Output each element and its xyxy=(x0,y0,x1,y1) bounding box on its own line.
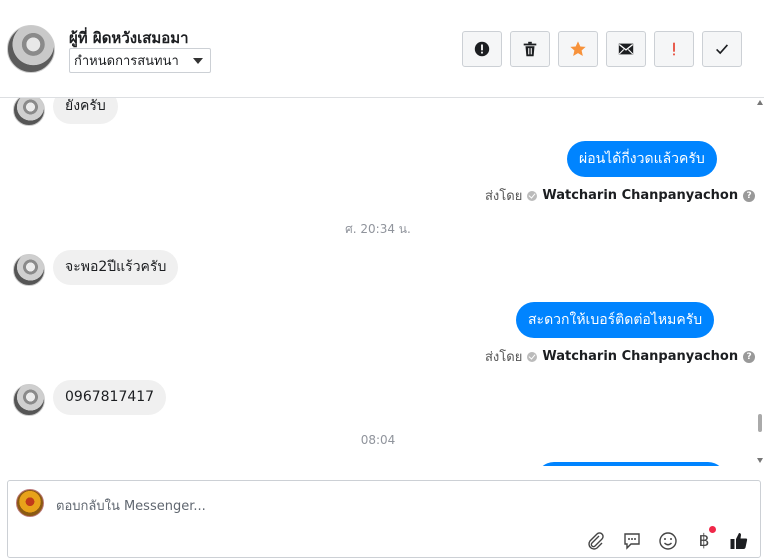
sender-avatar xyxy=(13,384,45,416)
mark-done-button[interactable] xyxy=(702,31,742,67)
sender-name[interactable]: Watcharin Chanpanyachon xyxy=(542,188,738,203)
speech-bubble-icon xyxy=(624,533,640,550)
help-icon[interactable]: ? xyxy=(743,350,756,363)
caret-down-icon xyxy=(193,57,203,64)
spam-button[interactable] xyxy=(462,31,502,67)
like-button[interactable] xyxy=(727,529,751,553)
attach-button[interactable] xyxy=(584,529,608,553)
incoming-message[interactable]: จะพอ2ปีแร้วครับ xyxy=(53,250,179,285)
saved-replies-button[interactable] xyxy=(620,529,644,553)
message-list-scrollbar[interactable] xyxy=(756,98,764,466)
smiley-icon xyxy=(659,532,677,550)
emoji-button[interactable] xyxy=(656,529,680,553)
checkmark-icon xyxy=(716,44,729,55)
sent-by-label: ส่งโดย xyxy=(485,350,523,365)
incoming-message[interactable]: ยังครับ xyxy=(53,98,118,124)
reply-input[interactable]: ตอบกลับใน Messenger... xyxy=(56,495,206,516)
incoming-message[interactable]: 0967817417 xyxy=(53,380,167,415)
scroll-thumb[interactable] xyxy=(758,414,762,432)
contact-name[interactable]: ผู้ที่ ผิดหวังเสมอมา xyxy=(69,26,189,50)
sent-by-label: ส่งโดย xyxy=(485,189,523,204)
sender-name[interactable]: Watcharin Chanpanyachon xyxy=(542,349,738,364)
thumbs-up-icon xyxy=(730,533,748,549)
notification-dot xyxy=(709,526,716,533)
conversation-header: ผู้ที่ ผิดหวังเสมอมา กำหนดการสนทนา xyxy=(0,0,764,98)
scroll-up-icon[interactable] xyxy=(757,100,763,105)
payment-button[interactable]: ฿ xyxy=(692,526,716,553)
baht-icon: ฿ xyxy=(698,531,710,551)
help-icon[interactable]: ? xyxy=(743,189,756,202)
exclamation-icon xyxy=(673,42,675,56)
assign-conversation-select[interactable]: กำหนดการสนทนา xyxy=(69,48,211,73)
sender-avatar xyxy=(13,254,45,286)
trash-icon xyxy=(523,41,537,57)
follow-up-button[interactable] xyxy=(654,31,694,67)
paperclip-icon xyxy=(588,532,604,550)
sender-avatar xyxy=(13,98,45,126)
check-circle-icon xyxy=(527,190,538,201)
sent-by-line: ส่งโดย Watcharin Chanpanyachon ? xyxy=(485,346,756,367)
envelope-icon xyxy=(618,43,634,55)
message-list[interactable]: ยังครับ ผ่อนได้กี่งวดแล้วครับ ส่งโดย Wat… xyxy=(0,98,756,466)
sent-by-line: ส่งโดย Watcharin Chanpanyachon ? xyxy=(485,185,756,206)
mark-unread-button[interactable] xyxy=(606,31,646,67)
reply-composer[interactable]: ตอบกลับใน Messenger... ฿ xyxy=(7,480,761,558)
alert-circle-icon xyxy=(474,41,490,57)
outgoing-message[interactable]: ผ่อนได้กี่งวดแล้วครับ xyxy=(567,141,717,177)
contact-avatar[interactable] xyxy=(7,25,55,73)
page-avatar xyxy=(16,489,44,517)
scroll-down-icon[interactable] xyxy=(757,458,763,463)
star-button[interactable] xyxy=(558,31,598,67)
star-icon xyxy=(570,41,586,57)
message-timestamp: ศ. 20:34 น. xyxy=(345,222,411,236)
outgoing-message-partial[interactable] xyxy=(536,462,726,466)
assign-select-value: กำหนดการสนทนา xyxy=(74,54,179,69)
outgoing-message[interactable]: สะดวกให้เบอร์ติดต่อไหมครับ xyxy=(516,302,715,338)
check-circle-icon xyxy=(527,351,538,362)
message-timestamp: 08:04 xyxy=(360,433,396,447)
delete-button[interactable] xyxy=(510,31,550,67)
